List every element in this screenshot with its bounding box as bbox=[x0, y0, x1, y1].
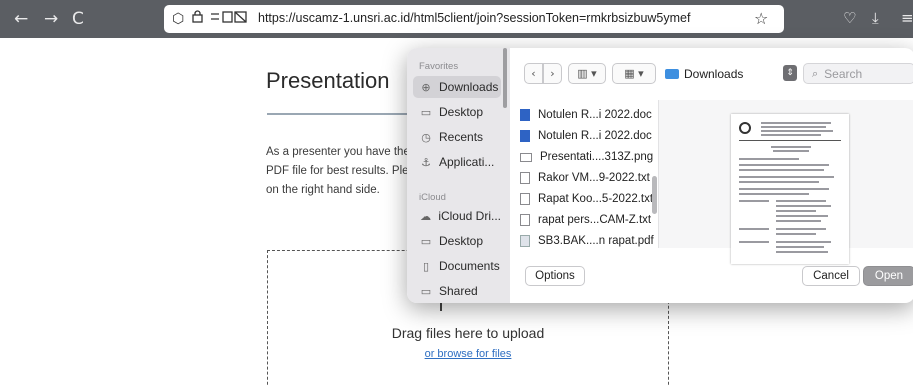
sidebar-item-shared[interactable]: ▭ Shared bbox=[413, 280, 501, 302]
file-list-scrollbar[interactable] bbox=[652, 176, 657, 214]
file-list: Notulen R...i 2022.doc Notulen R...i 202… bbox=[510, 100, 655, 248]
sidebar-item-icloud-drive[interactable]: ☁ iCloud Dri... bbox=[413, 205, 501, 227]
preview-pane bbox=[659, 100, 913, 264]
sidebar-scrollbar[interactable] bbox=[503, 48, 507, 108]
sidebar-item-label: Applicati... bbox=[439, 155, 495, 169]
icloud-heading: iCloud bbox=[419, 192, 446, 203]
cancel-button[interactable]: Cancel bbox=[802, 266, 860, 286]
image-file-icon bbox=[520, 152, 532, 162]
sidebar-item-label: Shared bbox=[439, 284, 478, 298]
applications-icon: ⚓ bbox=[421, 155, 431, 169]
file-row[interactable]: Rakor VM...9-2022.txt bbox=[520, 168, 655, 188]
bookmark-star-icon[interactable]: ☆ bbox=[754, 9, 768, 28]
sidebar-item-label: Desktop bbox=[439, 105, 484, 119]
page-title: Presentation bbox=[266, 68, 390, 93]
file-name: Notulen R...i 2022.doc bbox=[538, 130, 652, 142]
open-button[interactable]: Open bbox=[863, 266, 913, 286]
reload-icon[interactable]: C bbox=[72, 9, 84, 29]
location-label: Downloads bbox=[684, 66, 744, 81]
text-file-icon bbox=[520, 214, 530, 226]
dialog-toolbar: ‹ › ▥ ▾ ▦ ▾ Downloads ⇕ ⌕ Search bbox=[510, 48, 913, 98]
search-icon: ⌕ bbox=[812, 66, 819, 80]
lock-icon[interactable] bbox=[192, 10, 203, 28]
dialog-footer: Options Cancel Open bbox=[510, 248, 913, 303]
permissions-icon[interactable] bbox=[210, 10, 248, 29]
file-row[interactable]: Notulen R...i 2022.doc bbox=[520, 105, 655, 125]
sidebar-item-desktop[interactable]: ▭ Desktop bbox=[413, 101, 501, 123]
location-dropdown[interactable]: Downloads bbox=[665, 63, 795, 84]
file-row[interactable]: SB3.BAK....n rapat.pdf bbox=[520, 231, 655, 248]
back-arrow-icon[interactable]: ← bbox=[14, 9, 28, 29]
forward-chevron-icon[interactable]: › bbox=[543, 63, 562, 84]
menu-icon[interactable]: ≡ bbox=[901, 9, 913, 27]
search-placeholder: Search bbox=[824, 66, 863, 81]
shield-icon[interactable]: ⬡ bbox=[172, 10, 184, 28]
file-name: SB3.BAK....n rapat.pdf bbox=[538, 235, 654, 247]
text-file-icon bbox=[520, 172, 530, 184]
word-doc-icon bbox=[520, 130, 530, 142]
file-row[interactable]: Notulen R...i 2022.doc bbox=[520, 126, 655, 146]
sidebar-item-downloads[interactable]: ⊕ Downloads bbox=[413, 76, 501, 98]
file-row[interactable]: Presentati....313Z.png bbox=[520, 147, 655, 167]
text-file-icon bbox=[520, 193, 530, 205]
sidebar-item-label: Recents bbox=[439, 130, 484, 144]
document-icon: ▯ bbox=[422, 259, 430, 273]
grid-view-button[interactable]: ▦ ▾ bbox=[612, 63, 656, 84]
location-stepper-icon[interactable]: ⇕ bbox=[783, 65, 797, 81]
pocket-icon[interactable]: ♡ bbox=[843, 9, 856, 27]
sidebar-item-label: Desktop bbox=[439, 234, 484, 248]
file-row[interactable]: rapat pers...CAM-Z.txt bbox=[520, 210, 655, 230]
file-name: Presentati....313Z.png bbox=[540, 151, 654, 163]
file-name: Rakor VM...9-2022.txt bbox=[538, 172, 650, 184]
desktop-icon: ▭ bbox=[420, 105, 432, 119]
clock-icon: ◷ bbox=[421, 130, 431, 144]
document-preview-thumbnail bbox=[731, 114, 849, 264]
column-view-button[interactable]: ▥ ▾ bbox=[568, 63, 606, 84]
word-doc-icon bbox=[520, 109, 530, 121]
file-open-dialog: Favorites ⊕ Downloads ▭ Desktop ◷ Recent… bbox=[407, 48, 913, 303]
favorites-heading: Favorites bbox=[419, 61, 459, 72]
shared-folder-icon: ▭ bbox=[420, 284, 432, 298]
sidebar-item-label: Downloads bbox=[439, 80, 499, 94]
file-name: Notulen R...i 2022.doc bbox=[538, 109, 652, 121]
sidebar-item-documents[interactable]: ▯ Documents bbox=[413, 255, 501, 277]
cloud-icon: ☁ bbox=[420, 209, 432, 223]
url-text[interactable]: https://uscamz-1.unsri.ac.id/html5client… bbox=[258, 11, 690, 25]
file-name: rapat pers...CAM-Z.txt bbox=[538, 214, 652, 226]
browser-toolbar: ← → C ⬡ https://uscamz-1.unsri.ac.id/htm… bbox=[0, 0, 913, 38]
seal-logo bbox=[739, 122, 751, 134]
download-icon[interactable]: ⤓ bbox=[872, 9, 879, 27]
sidebar-item-icloud-desktop[interactable]: ▭ Desktop bbox=[413, 230, 501, 252]
dialog-sidebar: Favorites ⊕ Downloads ▭ Desktop ◷ Recent… bbox=[407, 48, 510, 303]
drop-zone-text: Drag files here to upload bbox=[391, 325, 545, 341]
search-input[interactable]: ⌕ Search bbox=[803, 63, 913, 84]
file-name: Rapat Koo...5-2022.txt bbox=[538, 193, 654, 205]
sidebar-item-label: iCloud Dri... bbox=[438, 209, 501, 223]
desktop-icon: ▭ bbox=[420, 234, 432, 248]
download-circle-icon: ⊕ bbox=[421, 80, 431, 94]
back-chevron-icon[interactable]: ‹ bbox=[524, 63, 543, 84]
pdf-file-icon bbox=[520, 235, 530, 247]
address-bar[interactable]: ⬡ https://uscamz-1.unsri.ac.id/html5clie… bbox=[164, 5, 784, 33]
forward-arrow-icon[interactable]: → bbox=[44, 9, 58, 29]
sidebar-item-label: Documents bbox=[439, 259, 500, 273]
sidebar-item-applications[interactable]: ⚓ Applicati... bbox=[413, 151, 501, 173]
browse-files-link[interactable]: or browse for files bbox=[268, 348, 668, 360]
file-row[interactable]: Rapat Koo...5-2022.txt bbox=[520, 189, 655, 209]
options-button[interactable]: Options bbox=[525, 266, 585, 286]
folder-icon bbox=[665, 68, 679, 79]
sidebar-item-recents[interactable]: ◷ Recents bbox=[413, 126, 501, 148]
